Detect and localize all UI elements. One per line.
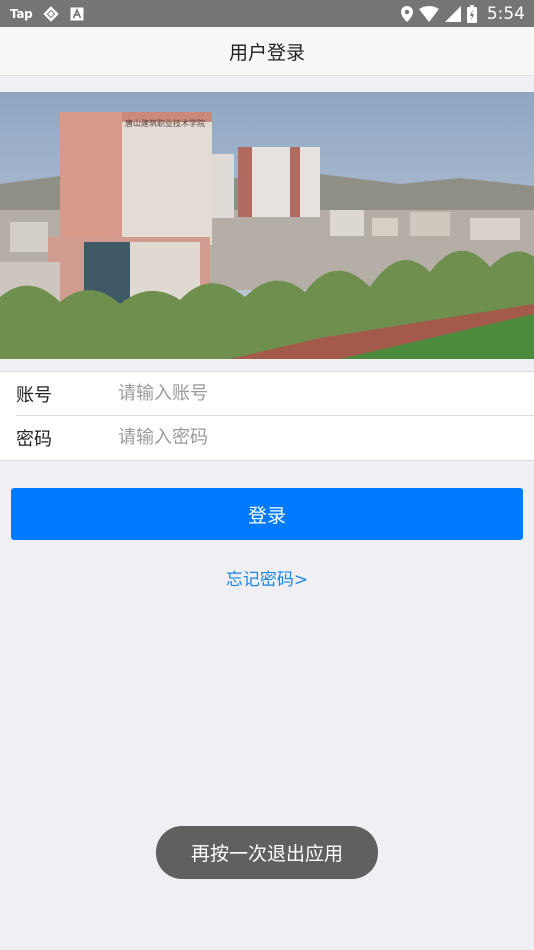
campus-banner-image: 唐山建筑职业技术学院 [0,92,534,359]
signal-icon [444,5,461,22]
account-row: 账号 [16,372,534,416]
login-form: 账号 密码 [0,371,534,461]
a-app-icon [70,7,84,20]
campus-photo: 唐山建筑职业技术学院 [0,92,534,359]
password-row: 密码 [16,416,534,459]
sync-icon [43,5,60,22]
clock: 5:54 [486,3,525,24]
login-button[interactable]: 登录 [11,488,523,540]
forgot-password-link[interactable]: 忘记密码> [0,565,534,590]
tap-app-icon: Tap [10,6,33,21]
password-label: 密码 [16,428,52,450]
location-icon [400,5,413,22]
page-title: 用户登录 [228,41,305,64]
password-input[interactable] [118,419,534,456]
wifi-icon [418,5,439,22]
account-label: 账号 [16,384,52,406]
header-bar: 用户登录 [0,27,534,76]
battery-icon [466,4,477,23]
toast-message: 再按一次退出应用 [190,843,343,865]
status-bar: Tap 5:54 [0,0,534,27]
building-sign-text: 唐山建筑职业技术学院 [125,118,205,128]
account-input[interactable] [118,375,534,412]
exit-toast: 再按一次退出应用 [156,826,378,879]
